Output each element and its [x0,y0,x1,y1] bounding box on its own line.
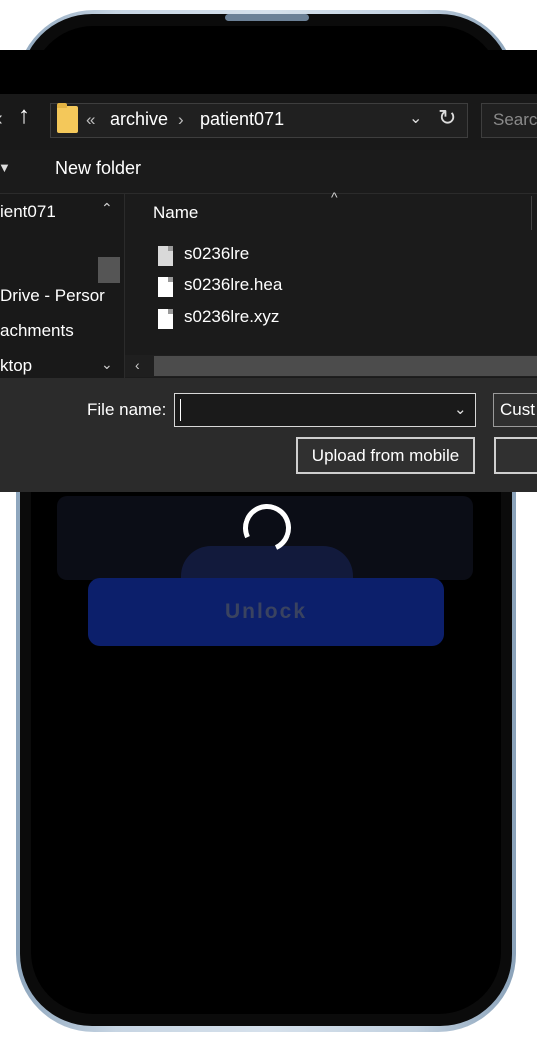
unlock-button[interactable]: Unlock [88,578,444,646]
column-divider[interactable] [531,196,532,230]
chevron-down-icon[interactable]: ⌄ [101,356,113,373]
chevron-up-icon[interactable]: ⌃ [101,200,113,217]
file-item[interactable]: s0236lre.xyz [150,307,450,335]
organize-dropdown-icon[interactable]: ▼ [0,160,11,175]
file-item[interactable]: s0236lre.hea [150,275,450,303]
phone-speaker [225,14,309,21]
column-header-name[interactable]: Name [153,203,198,223]
file-name-label: File name: [87,400,167,419]
nav-scrollbar-thumb[interactable] [98,257,120,283]
nav-item-onedrive[interactable]: Drive - Persor [0,286,105,306]
file-type-select[interactable]: Cust [493,393,537,427]
file-icon [158,246,173,266]
back-icon[interactable]: ‹ [0,108,3,131]
chevron-down-icon[interactable]: ⌄ [454,400,467,418]
file-name-input[interactable] [174,393,476,427]
file-icon [158,277,173,297]
folder-icon [57,103,78,133]
search-placeholder: Searc [493,110,537,129]
text-cursor [180,399,181,421]
open-button[interactable] [494,437,537,474]
new-folder-button[interactable]: New folder [55,158,141,179]
refresh-icon[interactable]: ↻ [438,105,456,131]
nav-item-attachments[interactable]: achments [0,321,74,341]
breadcrumb-patient071[interactable]: patient071 [200,109,284,130]
file-name: s0236lre.xyz [184,307,280,326]
file-name: s0236lre.hea [184,275,283,294]
sort-ascending-icon: ^ [331,189,338,205]
up-arrow-icon[interactable]: ↑ [18,102,30,130]
breadcrumb-separator-icon[interactable]: › [178,110,184,130]
divider [124,194,125,378]
nav-item-patient071[interactable]: ient071 [0,202,56,222]
breadcrumb-archive[interactable]: archive [110,109,168,130]
file-icon [158,309,173,329]
chevron-left-icon[interactable]: ‹ [135,357,140,373]
breadcrumb-overflow-icon[interactable]: « [86,110,95,130]
dialog-titlebar [0,50,537,94]
horizontal-scrollbar-thumb[interactable] [154,356,537,376]
file-item[interactable]: s0236lre [150,244,450,272]
file-name: s0236lre [184,244,250,263]
file-open-dialog: ‹ ↑ « archive › patient071 ⌄ ↻ Searc ▼ N… [0,50,537,492]
nav-item-desktop[interactable]: ktop [0,356,32,376]
upload-from-mobile-button[interactable]: Upload from mobile [296,437,475,474]
chevron-down-icon[interactable]: ⌄ [409,108,422,128]
